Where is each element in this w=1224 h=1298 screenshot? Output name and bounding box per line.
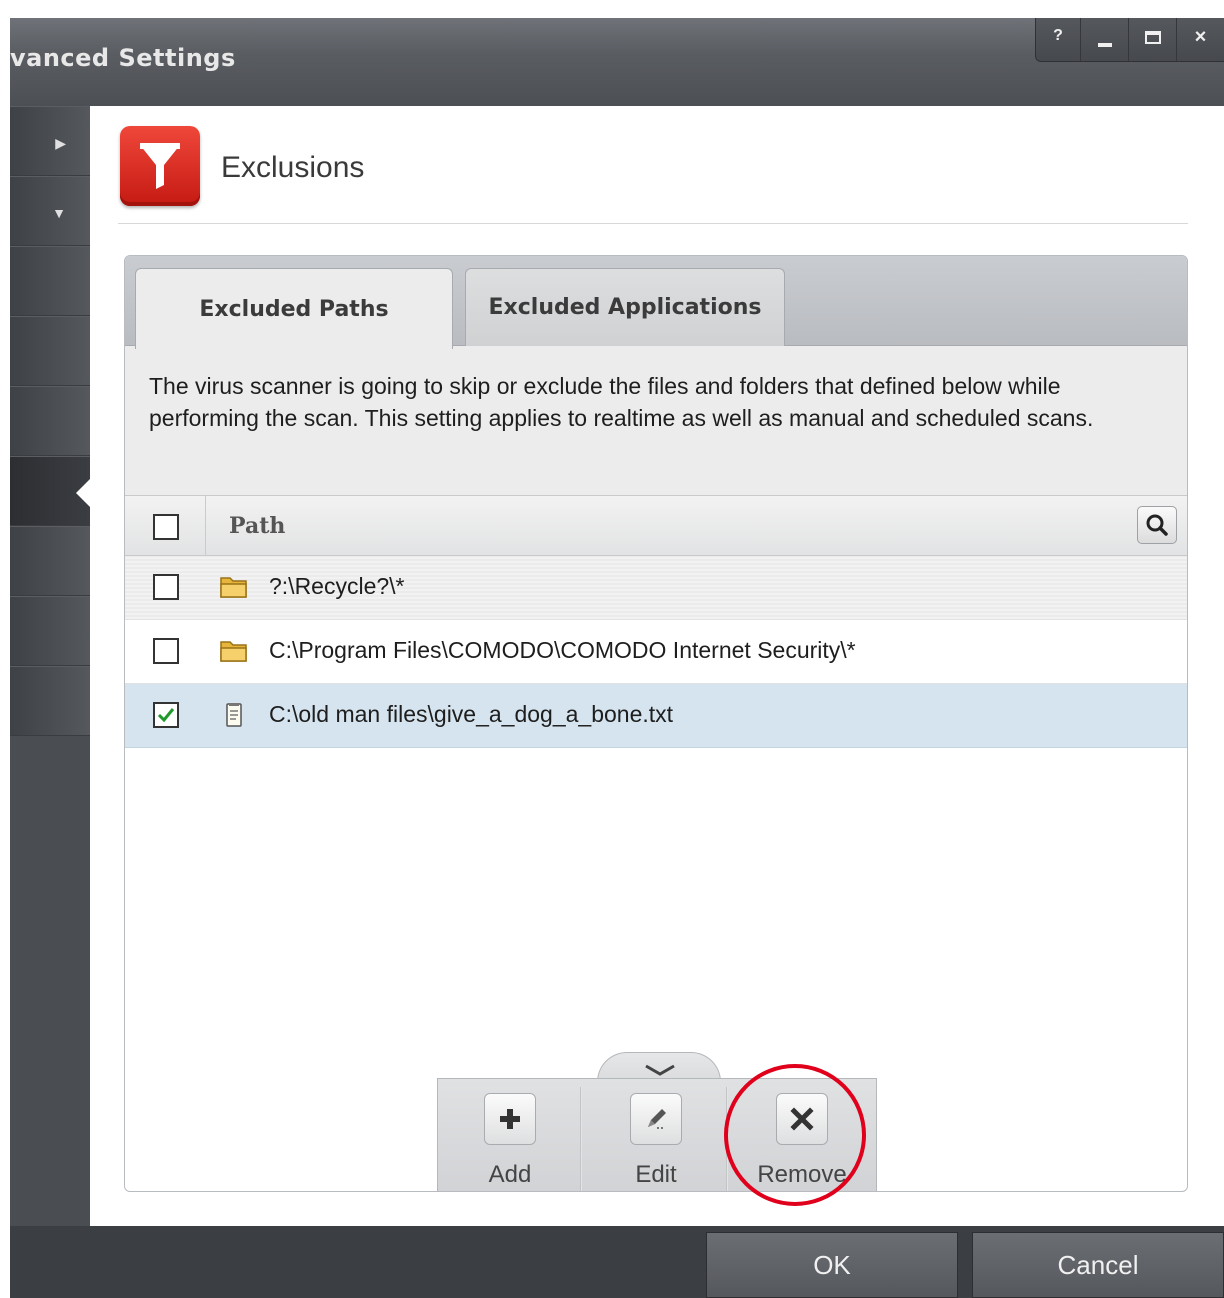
sidebar-item-collapsed[interactable]: ▶ (10, 106, 90, 176)
description-text: The virus scanner is going to skip or ex… (125, 346, 1187, 496)
select-all-checkbox[interactable] (153, 514, 179, 540)
table-row-selected[interactable]: C:\old man files\give_a_dog_a_bone.txt (125, 684, 1187, 748)
table-row[interactable]: C:\Program Files\COMODO\COMODO Internet … (125, 620, 1187, 684)
filter-icon (120, 126, 200, 206)
maximize-icon (1144, 30, 1161, 44)
close-button[interactable]: × (1176, 18, 1224, 61)
window-title: vanced Settings (10, 44, 236, 72)
column-header-path[interactable]: Path (229, 513, 285, 539)
help-button[interactable]: ? (1036, 18, 1080, 61)
sidebar-item-expanded[interactable]: ▼ (10, 176, 90, 246)
highlight-circle (724, 1064, 866, 1206)
search-icon (1146, 514, 1168, 536)
sidebar: ▶ ▼ (10, 106, 90, 1226)
chevron-down-icon (645, 1064, 675, 1076)
window-controls: ? × (1035, 18, 1224, 62)
edit-button[interactable]: Edit (584, 1079, 728, 1191)
cancel-button[interactable]: Cancel (972, 1232, 1224, 1298)
sidebar-item[interactable] (10, 666, 90, 736)
row-path: C:\old man files\give_a_dog_a_bone.txt (269, 701, 674, 727)
toolbar-separator (580, 1087, 582, 1191)
settings-window: vanced Settings ? × ▶ ▼ Exclusions Exclu… (10, 18, 1224, 1298)
title-bar[interactable]: vanced Settings ? × (10, 18, 1224, 106)
active-pointer (76, 479, 90, 507)
sidebar-item[interactable] (10, 316, 90, 386)
folder-icon (220, 641, 247, 662)
tab-strip: Excluded Paths Excluded Applications (125, 256, 1187, 349)
add-label: Add (488, 1161, 532, 1188)
text-file-icon (226, 703, 242, 727)
close-icon: × (1194, 25, 1207, 48)
maximize-button[interactable] (1128, 18, 1176, 61)
folder-icon (220, 577, 247, 598)
checkmark-icon (157, 708, 175, 723)
help-icon: ? (1053, 27, 1063, 44)
search-button[interactable] (1137, 506, 1177, 544)
tab-excluded-applications[interactable]: Excluded Applications (465, 268, 785, 346)
row-path: C:\Program Files\COMODO\COMODO Internet … (269, 637, 856, 663)
chevron-down-icon: ▼ (52, 205, 66, 221)
tab-excluded-paths[interactable]: Excluded Paths (135, 268, 453, 349)
grid-header: Path (125, 496, 1187, 556)
footer-bar: OK Cancel (10, 1226, 1224, 1298)
page-title: Exclusions (221, 151, 365, 184)
add-button[interactable]: Add (438, 1079, 582, 1191)
sidebar-item[interactable] (10, 246, 90, 316)
divider (118, 223, 1188, 224)
row-checkbox[interactable] (153, 574, 179, 600)
row-checkbox[interactable] (153, 638, 179, 664)
column-separator (205, 496, 206, 556)
table-row[interactable]: ?:\Recycle?\* (125, 556, 1187, 620)
minimize-button[interactable] (1080, 18, 1128, 61)
minimize-icon (1097, 43, 1112, 47)
row-checkbox-checked[interactable] (153, 702, 179, 728)
sidebar-item[interactable] (10, 596, 90, 666)
chevron-right-icon: ▶ (55, 135, 66, 151)
pencil-icon (630, 1093, 682, 1145)
content-area: Exclusions Excluded Paths Excluded Appli… (90, 106, 1224, 1228)
plus-icon (484, 1093, 536, 1145)
exclusions-panel: Excluded Paths Excluded Applications The… (124, 255, 1188, 1192)
row-path: ?:\Recycle?\* (269, 573, 405, 599)
sidebar-item-exclusions[interactable] (10, 456, 90, 526)
sidebar-item[interactable] (10, 386, 90, 456)
sidebar-item[interactable] (10, 526, 90, 596)
edit-label: Edit (635, 1161, 677, 1188)
ok-button[interactable]: OK (706, 1232, 958, 1298)
